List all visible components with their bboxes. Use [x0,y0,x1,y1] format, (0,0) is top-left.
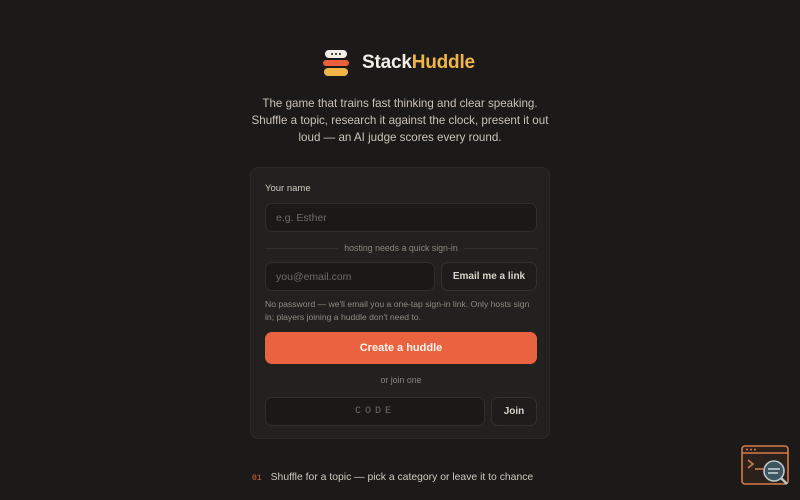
terminal-search-icon[interactable] [741,445,791,487]
brand-name-part1: Stack [362,52,412,73]
step-number: 01 [252,474,262,483]
divider-line [265,247,339,249]
step-item: 01 Shuffle for a topic — pick a category… [252,472,533,483]
brand-logo: StackHuddle [323,50,475,76]
divider-text: hosting needs a quick sign-in [344,243,458,253]
divider-line [463,247,537,249]
join-button[interactable]: Join [491,397,537,426]
name-input[interactable] [265,203,537,232]
email-input[interactable] [265,262,435,291]
brand-name: StackHuddle [362,52,475,74]
signin-card: Your name hosting needs a quick sign-in … [250,167,550,439]
code-input[interactable] [265,397,485,426]
name-label: Your name [265,183,311,194]
signin-note: No password — we'll email you a one-tap … [265,299,530,322]
brand-name-part2: Huddle [411,52,475,73]
email-link-button[interactable]: Email me a link [441,262,537,291]
signin-divider: hosting needs a quick sign-in [265,242,537,254]
stack-logo-icon [323,50,349,76]
step-text: Shuffle for a topic — pick a category or… [270,472,534,483]
tagline: The game that trains fast thinking and c… [251,97,549,144]
or-join-text: or join one [380,375,422,385]
create-huddle-button[interactable]: Create a huddle [265,332,537,364]
